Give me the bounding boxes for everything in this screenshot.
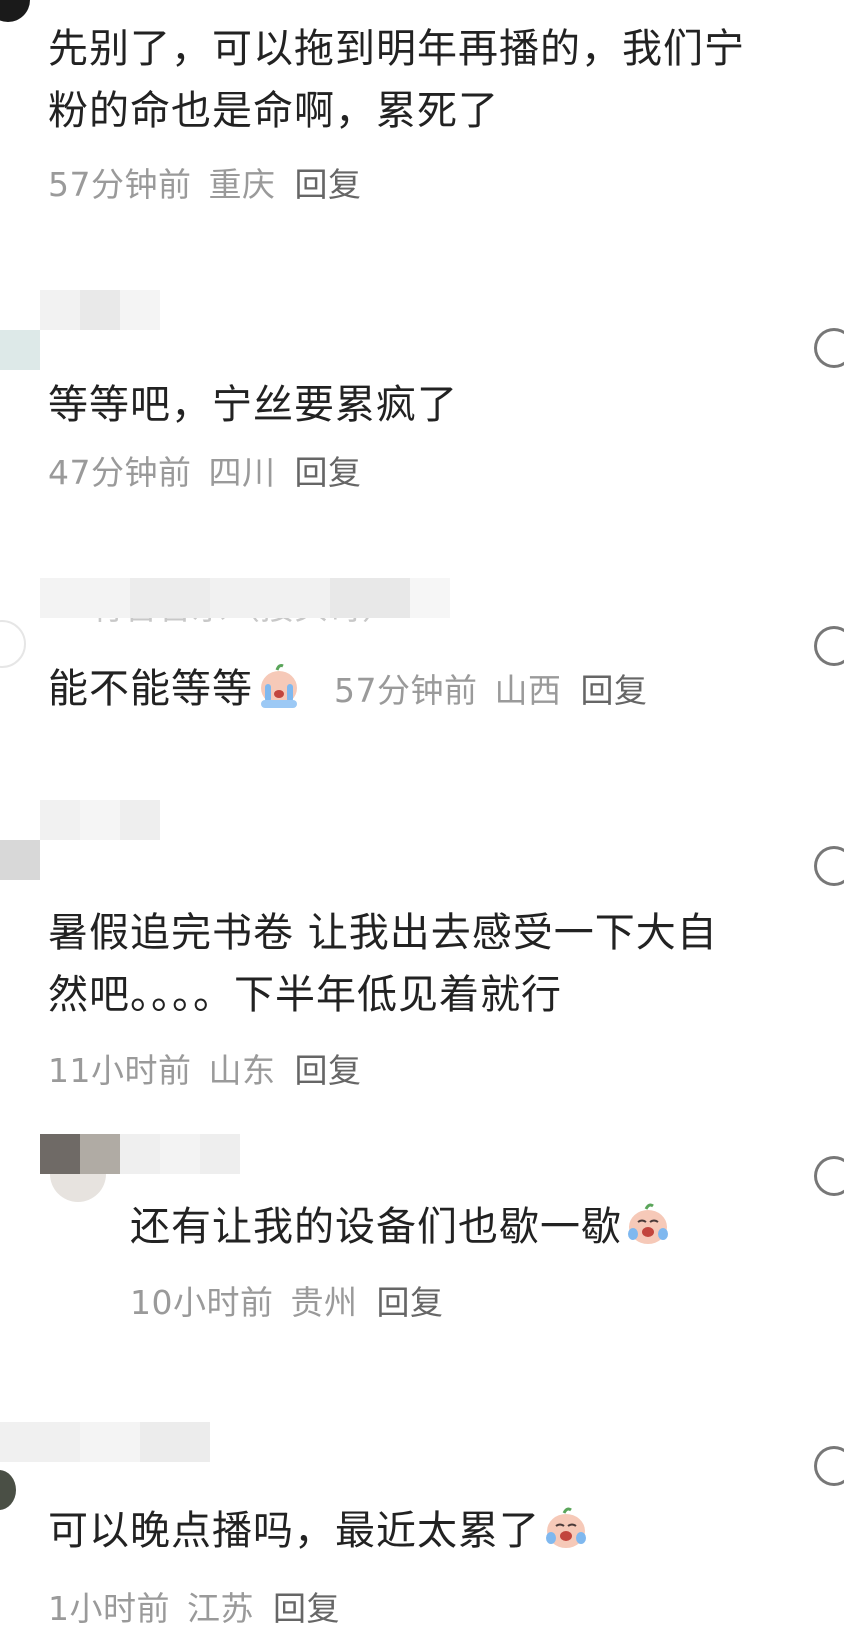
blurred-username <box>40 578 450 618</box>
avatar[interactable] <box>0 840 40 880</box>
comment-region: 重庆 <box>208 165 276 204</box>
comment-time: 47分钟前 <box>48 453 192 492</box>
comment-region: 江苏 <box>187 1589 254 1628</box>
like-icon[interactable] <box>814 1446 844 1486</box>
crying-emoji-icon <box>624 1200 672 1248</box>
like-icon[interactable] <box>814 1156 844 1196</box>
comment-region: 山西 <box>494 671 562 710</box>
avatar[interactable] <box>0 330 40 370</box>
avatar[interactable] <box>0 620 26 668</box>
avatar[interactable] <box>0 1470 16 1510</box>
comment-region: 贵州 <box>290 1283 358 1322</box>
reply-button[interactable]: 回复 <box>581 671 648 710</box>
blurred-username <box>40 290 160 330</box>
comment-meta: 10小时前 贵州 回复 <box>130 1276 444 1324</box>
blurred-username <box>40 1134 240 1174</box>
comment-meta: 47分钟前 四川 回复 <box>48 446 362 494</box>
reply-button[interactable]: 回复 <box>295 1051 362 1090</box>
crying-emoji-icon <box>255 662 303 710</box>
comment-text: 暑假追完书卷 让我出去感受一下大自然吧。。。。下半年低见着就行 <box>48 910 718 1018</box>
comment-meta: 11小时前 山东 回复 <box>48 1044 362 1092</box>
comment-text: 可以晚点播吗，最近太累了 <box>48 1508 540 1554</box>
comment-time: 11小时前 <box>48 1051 192 1090</box>
comment-meta: 57分钟前 重庆 回复 <box>48 158 362 206</box>
comment-text: 能不能等等 <box>48 666 253 712</box>
blurred-username <box>40 800 160 840</box>
comment-time: 1小时前 <box>48 1589 170 1628</box>
comment-text: 还有让我的设备们也歇一歇 <box>130 1204 622 1250</box>
comment-time: 10小时前 <box>130 1283 274 1322</box>
crying-emoji-icon <box>542 1504 590 1552</box>
comment-region: 四川 <box>208 453 276 492</box>
avatar[interactable] <box>50 1174 106 1202</box>
blurred-username <box>0 1422 210 1462</box>
reply-button[interactable]: 回复 <box>273 1589 340 1628</box>
comment-time: 57分钟前 <box>48 165 192 204</box>
reply-button[interactable]: 回复 <box>295 165 362 204</box>
like-icon[interactable] <box>814 328 844 368</box>
reply-button[interactable]: 回复 <box>295 453 362 492</box>
like-icon[interactable] <box>814 846 844 886</box>
comment-text-line: 可以晚点播吗，最近太累了 <box>48 1500 748 1562</box>
comment-time: 57分钟前 <box>334 671 478 710</box>
comment-region: 山东 <box>208 1051 276 1090</box>
reply-button[interactable]: 回复 <box>377 1283 444 1322</box>
avatar[interactable] <box>0 0 30 22</box>
comment-text: 先别了，可以拖到明年再播的，我们宁粉的命也是命啊，累死了 <box>48 26 745 134</box>
comment-text-line: 能不能等等 57分钟前 山西 回复 <box>48 658 838 722</box>
comment-text: 等等吧，宁丝要累疯了 <box>48 382 458 428</box>
comment-text-line: 还有让我的设备们也歇一歇 <box>130 1196 830 1258</box>
